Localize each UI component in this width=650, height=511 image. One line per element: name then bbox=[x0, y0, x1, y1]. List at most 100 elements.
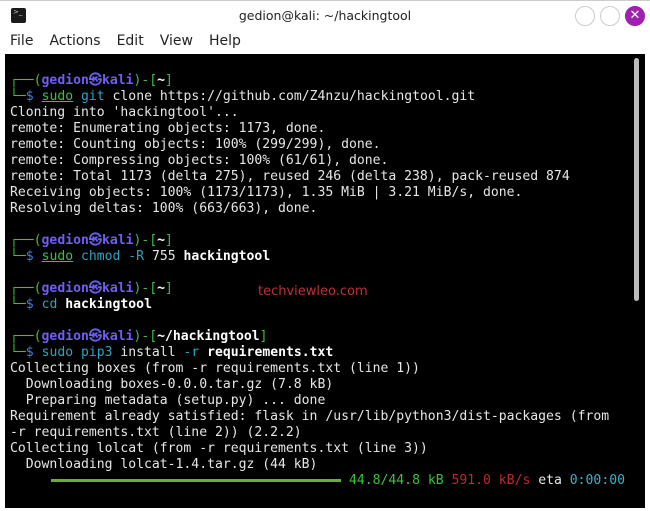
maximize-button[interactable] bbox=[600, 6, 620, 26]
terminal-text: ~ bbox=[157, 281, 166, 296]
terminal-line: Preparing metadata (setup.py) ... done bbox=[10, 393, 625, 409]
terminal-text: ┌──( bbox=[10, 233, 42, 248]
progress-line: 44.8/44.8 kB 591.0 kB/s eta 0:00:00 bbox=[10, 473, 625, 489]
terminal-text: └─ bbox=[10, 89, 26, 104]
title-bar: >_ gedion@kali: ~/hackingtool ✕ bbox=[0, 0, 650, 30]
menu-file[interactable]: File bbox=[0, 30, 39, 54]
terminal-text: └─ bbox=[10, 345, 26, 360]
progress-size: 44.8/44.8 kB bbox=[349, 473, 444, 488]
terminal-line: Receiving objects: 100% (1173/1173), 1.3… bbox=[10, 185, 625, 201]
scrollbar[interactable] bbox=[634, 58, 639, 301]
terminal-text: chmod -R bbox=[73, 249, 145, 264]
terminal-text: $ bbox=[25, 345, 42, 360]
terminal-text: Resolving deltas: 100% (663/663), done. bbox=[10, 201, 318, 216]
terminal-line: └─$ sudo pip3 install -r requirements.tx… bbox=[10, 345, 625, 361]
terminal-line: Downloading lolcat-1.4.tar.gz (44 kB) bbox=[10, 457, 625, 473]
terminal-text: remote: Counting objects: 100% (299/299)… bbox=[10, 137, 381, 152]
progress-speed: 591.0 kB/s bbox=[451, 473, 531, 488]
terminal-text: └─ bbox=[10, 249, 26, 264]
terminal-text: gedion㉿kali bbox=[41, 281, 134, 296]
terminal-text: ┌──( bbox=[10, 329, 42, 344]
terminal-text: sudo bbox=[41, 89, 74, 104]
terminal-text: gedion㉿kali bbox=[41, 73, 134, 88]
terminal-line: └─$ cd hackingtool bbox=[10, 297, 625, 313]
terminal-text: $ bbox=[25, 249, 42, 264]
terminal-text: Downloading boxes-0.0.0.tar.gz (7.8 kB) bbox=[10, 377, 334, 392]
terminal-text: ] bbox=[165, 73, 173, 88]
terminal-text: requirements.txt bbox=[207, 345, 334, 360]
close-button[interactable]: ✕ bbox=[625, 6, 645, 26]
window-title: gedion@kali: ~/hackingtool bbox=[238, 8, 412, 23]
terminal-text: hackingtool bbox=[65, 297, 152, 312]
menu-edit[interactable]: Edit bbox=[107, 30, 150, 54]
terminal-line: remote: Counting objects: 100% (299/299)… bbox=[10, 137, 625, 153]
terminal-text: sudo pip3 bbox=[41, 345, 113, 360]
progress-bar bbox=[51, 479, 341, 482]
terminal-text: remote: Enumerating objects: 1173, done. bbox=[10, 121, 326, 136]
terminal-text: Cloning into 'hackingtool'... bbox=[10, 105, 239, 120]
terminal-text: 755 bbox=[144, 249, 184, 264]
menu-bar: File Actions Edit View Help bbox=[0, 30, 650, 54]
terminal-text: ~/hackingtool bbox=[157, 329, 260, 344]
terminal-line: ┌──(gedion㉿kali)-[~/hackingtool] bbox=[10, 329, 625, 345]
terminal-line: Collecting lolcat (from -r requirements.… bbox=[10, 441, 625, 457]
terminal-line: remote: Compressing objects: 100% (61/61… bbox=[10, 153, 625, 169]
terminal-text: -r bbox=[183, 345, 200, 360]
terminal-text: ┌──( bbox=[10, 73, 42, 88]
terminal-text: remote: Compressing objects: 100% (61/61… bbox=[10, 153, 389, 168]
terminal-text: Requirement already satisfied: flask in … bbox=[10, 409, 610, 424]
terminal-line: └─$ sudo git clone https://github.com/Z4… bbox=[10, 89, 625, 105]
terminal-text: hackingtool bbox=[183, 249, 271, 264]
menu-actions[interactable]: Actions bbox=[39, 30, 106, 54]
terminal-text: Collecting boxes (from -r requirements.t… bbox=[10, 361, 420, 376]
terminal-text: gedion㉿kali bbox=[41, 329, 134, 344]
terminal-text: ] bbox=[165, 281, 173, 296]
eta-label: eta bbox=[538, 473, 562, 488]
terminal-text: ] bbox=[165, 233, 173, 248]
menu-view[interactable]: View bbox=[150, 30, 199, 54]
terminal-text: ] bbox=[259, 329, 268, 344]
watermark: techviewleo.com bbox=[258, 284, 368, 299]
terminal-text: └─ bbox=[10, 297, 26, 312]
terminal-text: ┌──( bbox=[10, 281, 42, 296]
terminal-text: ~ bbox=[157, 233, 166, 248]
minimize-button[interactable] bbox=[575, 6, 595, 26]
terminal-line: ┌──(gedion㉿kali)-[~] bbox=[10, 73, 625, 89]
terminal-text: Collecting lolcat (from -r requirements.… bbox=[10, 441, 428, 456]
terminal-text: -r requirements.txt (line 2)) (2.2.2) bbox=[10, 425, 302, 440]
terminal-text: Receiving objects: 100% (1173/1173), 1.3… bbox=[10, 185, 523, 200]
terminal-line: └─$ sudo chmod -R 755 hackingtool bbox=[10, 249, 625, 265]
terminal-line: remote: Enumerating objects: 1173, done. bbox=[10, 121, 625, 137]
terminal-text: sudo bbox=[41, 249, 74, 264]
terminal-text: remote: Total 1173 (delta 275), reused 2… bbox=[10, 169, 570, 184]
terminal-text: cd bbox=[41, 297, 58, 312]
terminal-text: install bbox=[112, 345, 184, 360]
terminal-line: -r requirements.txt (line 2)) (2.2.2) bbox=[10, 425, 625, 441]
menu-help[interactable]: Help bbox=[199, 30, 247, 54]
terminal-line: Cloning into 'hackingtool'... bbox=[10, 105, 625, 121]
terminal-text: clone https://github.com/Z4nzu/hackingto… bbox=[104, 89, 476, 104]
terminal-line: remote: Total 1173 (delta 275), reused 2… bbox=[10, 169, 625, 185]
terminal-text: )-[ bbox=[133, 329, 158, 344]
terminal-line: Resolving deltas: 100% (663/663), done. bbox=[10, 201, 625, 217]
terminal-text: gedion㉿kali bbox=[41, 233, 134, 248]
terminal-line: Requirement already satisfied: flask in … bbox=[10, 409, 625, 425]
terminal-text: Preparing metadata (setup.py) ... done bbox=[10, 393, 326, 408]
terminal-line: Collecting boxes (from -r requirements.t… bbox=[10, 361, 625, 377]
terminal-output[interactable]: ┌──(gedion㉿kali)-[~] └─$ sudo git clone h… bbox=[5, 54, 645, 508]
terminal-text: $ bbox=[25, 89, 42, 104]
eta-value: 0:00:00 bbox=[569, 473, 625, 488]
terminal-text: $ bbox=[25, 297, 42, 312]
terminal-text: )-[ bbox=[133, 233, 158, 248]
terminal-text: )-[ bbox=[133, 281, 158, 296]
terminal-text: Downloading lolcat-1.4.tar.gz (44 kB) bbox=[10, 457, 318, 472]
terminal-text: git bbox=[73, 89, 105, 104]
terminal-text: )-[ bbox=[133, 73, 158, 88]
terminal-line: Downloading boxes-0.0.0.tar.gz (7.8 kB) bbox=[10, 377, 625, 393]
terminal-line: ┌──(gedion㉿kali)-[~] bbox=[10, 233, 625, 249]
